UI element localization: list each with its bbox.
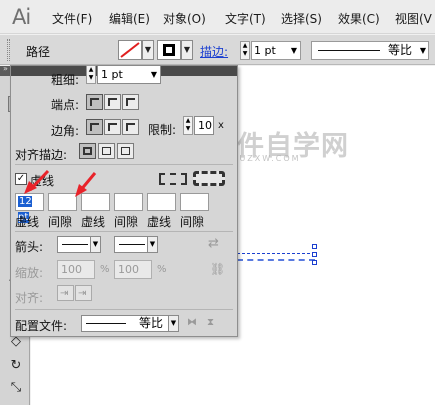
- annotation-arrows: [24, 169, 97, 197]
